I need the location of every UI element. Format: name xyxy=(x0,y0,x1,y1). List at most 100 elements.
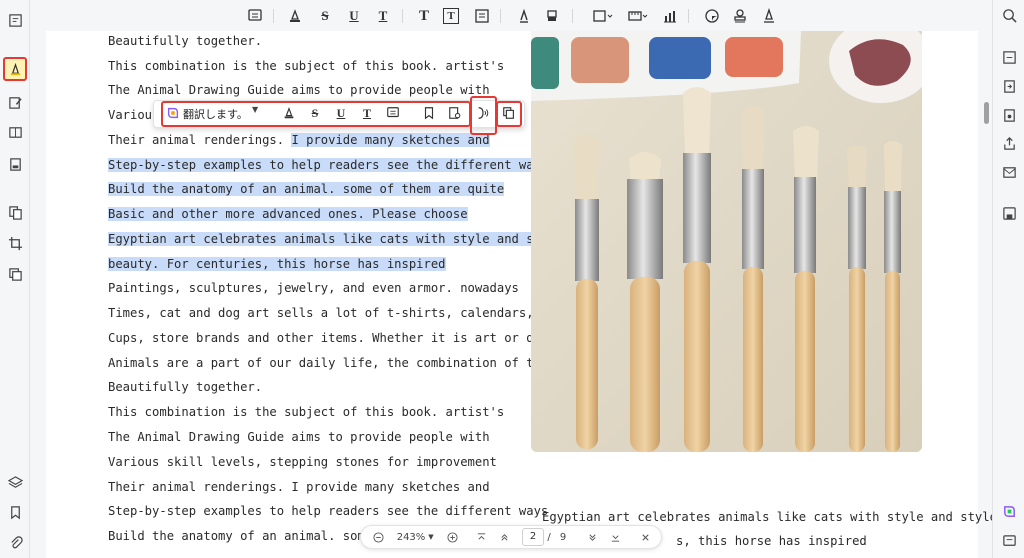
comment-icon[interactable] xyxy=(245,6,265,26)
thumbnail-icon[interactable] xyxy=(5,10,25,30)
top-toolbar xyxy=(30,0,992,31)
text-line[interactable]: Their animal renderings. I provide many … xyxy=(108,477,490,497)
last-page-icon[interactable] xyxy=(608,530,622,544)
translate-button[interactable]: 翻訳します。 xyxy=(183,106,248,122)
organize-pages-icon[interactable] xyxy=(5,202,25,222)
text-icon[interactable]: T xyxy=(414,6,434,26)
shape-icon[interactable] xyxy=(590,6,616,26)
underline-icon[interactable]: U xyxy=(332,104,350,122)
copy-icon[interactable] xyxy=(500,104,518,122)
text-line[interactable]: Various xyxy=(108,105,159,125)
toolbar-divider xyxy=(273,9,274,23)
underline-icon[interactable]: U xyxy=(344,6,364,26)
text-line[interactable]: Beautifully together. xyxy=(108,377,262,397)
text-line[interactable]: Their animal renderings. I provide many … xyxy=(108,130,490,150)
read-aloud-icon[interactable] xyxy=(474,104,492,122)
paintbrushes-image[interactable] xyxy=(531,31,922,452)
text-fragment: Their animal renderings. xyxy=(108,133,292,147)
total-pages: 9 xyxy=(559,531,567,543)
selected-text[interactable]: Egyptian art celebrates animals like cat… xyxy=(108,232,563,246)
vertical-scrollbar[interactable] xyxy=(984,102,989,124)
pencil-icon[interactable] xyxy=(514,6,534,26)
zoom-in-icon[interactable] xyxy=(445,530,459,544)
zoom-level[interactable]: 243% xyxy=(396,530,426,544)
ocr-icon[interactable] xyxy=(1000,48,1018,66)
caption-line[interactable]: Egyptian art celebrates animals like cat… xyxy=(542,507,997,527)
text-line[interactable]: Step-by-step examples to help readers se… xyxy=(108,501,548,521)
toolbar-divider xyxy=(572,9,573,23)
chart-icon[interactable] xyxy=(660,6,680,26)
ai-assistant-icon[interactable] xyxy=(1000,502,1018,520)
search-doc-icon[interactable] xyxy=(446,104,464,122)
save-icon[interactable] xyxy=(1000,204,1018,222)
share-icon[interactable] xyxy=(1000,134,1018,152)
highlight-icon[interactable] xyxy=(285,6,305,26)
attachment-icon[interactable] xyxy=(5,532,25,552)
reader-icon[interactable] xyxy=(5,122,25,142)
bookmark-add-icon[interactable] xyxy=(420,104,438,122)
stamp-icon[interactable] xyxy=(730,6,750,26)
text-line[interactable]: Build the anatomy of an animal. some of … xyxy=(108,179,505,199)
chevron-down-icon[interactable]: ▼ xyxy=(252,105,258,114)
text-line[interactable]: Egyptian art celebrates animals like cat… xyxy=(108,229,563,249)
selected-text[interactable]: I provide many sketches and xyxy=(291,133,490,147)
toolbar-divider xyxy=(402,9,403,23)
first-page-icon[interactable] xyxy=(474,530,488,544)
search-icon[interactable] xyxy=(1000,6,1018,24)
strikethrough-icon[interactable]: S xyxy=(306,104,324,122)
layers-icon[interactable] xyxy=(5,472,25,492)
chevron-down-icon[interactable]: ▼ xyxy=(427,530,435,544)
comment-mode-icon[interactable] xyxy=(3,57,27,81)
text-line[interactable]: Beautifully together. xyxy=(108,31,262,51)
ai-translate-icon[interactable] xyxy=(164,104,182,122)
pdf-editor-window: S U T T T Beautifully together. This com… xyxy=(0,0,1024,558)
close-icon[interactable] xyxy=(638,530,652,544)
page-number-input[interactable]: 2 xyxy=(522,528,544,546)
signature-icon[interactable] xyxy=(759,6,779,26)
right-sidebar xyxy=(992,0,1024,558)
selected-text[interactable]: Basic and other more advanced ones. Plea… xyxy=(108,207,468,221)
text-line[interactable]: Paintings, sculptures, jewelry, and even… xyxy=(108,278,519,298)
email-icon[interactable] xyxy=(1000,163,1018,181)
toolbar-divider xyxy=(500,9,501,23)
text-line[interactable]: beauty. For centuries, this horse has in… xyxy=(108,254,446,274)
text-line[interactable]: The Animal Drawing Guide aims to provide… xyxy=(108,427,490,447)
convert-icon[interactable] xyxy=(1000,77,1018,95)
selected-text[interactable]: Build the anatomy of an animal. some of … xyxy=(108,182,505,196)
zoom-out-icon[interactable] xyxy=(371,530,385,544)
text-line[interactable]: Times, cat and dog art sells a lot of t-… xyxy=(108,303,585,323)
selected-text[interactable]: Step-by-step examples to help readers se… xyxy=(108,158,549,172)
page-separator: / xyxy=(547,531,551,543)
text-underline-icon[interactable]: T xyxy=(358,104,376,122)
form-icon[interactable] xyxy=(5,154,25,174)
eraser-icon[interactable] xyxy=(542,6,562,26)
sticker-icon[interactable] xyxy=(702,6,722,26)
caption-line[interactable]: s, this horse has inspired xyxy=(676,531,867,551)
callout-icon[interactable] xyxy=(472,6,492,26)
text-line[interactable]: Various skill levels, stepping stones fo… xyxy=(108,452,497,472)
text-line[interactable]: This combination is the subject of this … xyxy=(108,402,504,422)
previous-page-icon[interactable] xyxy=(497,530,511,544)
protect-icon[interactable] xyxy=(1000,106,1018,124)
text-line[interactable]: Cups, store brands and other items. Whet… xyxy=(108,328,585,348)
next-page-icon[interactable] xyxy=(585,530,599,544)
selected-text[interactable]: beauty. For centuries, this horse has in… xyxy=(108,257,446,271)
text-line[interactable]: This combination is the subject of this … xyxy=(108,56,504,76)
comment-icon[interactable] xyxy=(384,104,402,122)
bookmark-icon[interactable] xyxy=(5,502,25,522)
left-sidebar xyxy=(0,0,30,558)
batch-icon[interactable] xyxy=(5,264,25,284)
text-line[interactable]: Step-by-step examples to help readers se… xyxy=(108,155,549,175)
text-line[interactable]: The Animal Drawing Guide aims to provide… xyxy=(108,80,490,100)
edit-icon[interactable] xyxy=(5,92,25,112)
text-line[interactable]: Basic and other more advanced ones. Plea… xyxy=(108,204,468,224)
text-line[interactable]: Animals are a part of our daily life, th… xyxy=(108,353,578,373)
text-underline-icon[interactable]: T xyxy=(373,6,393,26)
toolbar-divider xyxy=(688,9,689,23)
highlight-icon[interactable] xyxy=(280,104,298,122)
textbox-icon[interactable]: T xyxy=(443,8,459,24)
crop-icon[interactable] xyxy=(5,233,25,253)
measure-icon[interactable] xyxy=(625,6,651,26)
chat-icon[interactable] xyxy=(1000,532,1018,550)
strikethrough-icon[interactable]: S xyxy=(315,6,335,26)
